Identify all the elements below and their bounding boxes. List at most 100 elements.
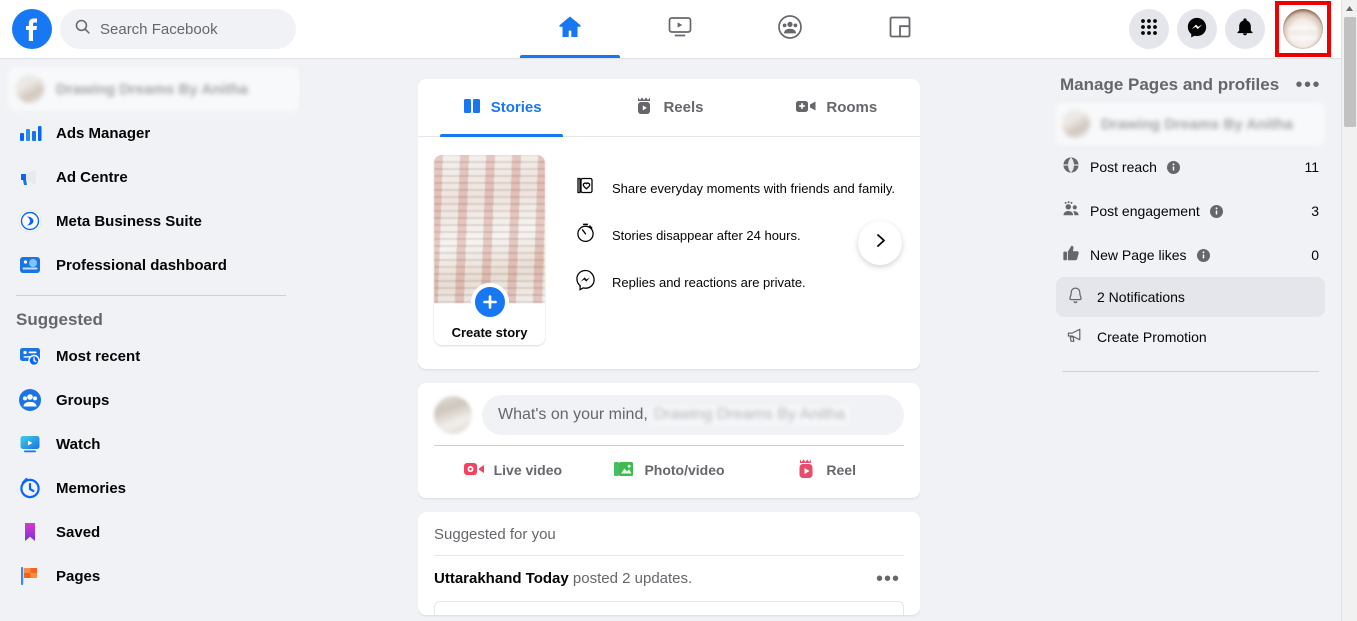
tab-reels[interactable]: Reels <box>585 79 752 136</box>
chevron-right-icon <box>872 232 889 254</box>
more-options-icon[interactable]: ••• <box>1295 75 1321 95</box>
info-icon[interactable] <box>1209 204 1223 218</box>
info-icon[interactable] <box>1196 248 1210 262</box>
watch-icon <box>16 430 44 458</box>
photo-video-button[interactable]: Photo/video <box>591 450 748 490</box>
sidebar-item-groups[interactable]: Groups <box>8 378 300 422</box>
composer-top-row: What's on your mind, Drawing Dreams By A… <box>434 395 904 435</box>
nav-tab-video[interactable] <box>625 0 735 58</box>
sidebar-item-label: Meta Business Suite <box>56 212 202 230</box>
people-icon <box>1062 200 1080 223</box>
stories-card: Stories Reels Rooms Create story Share e… <box>418 79 920 369</box>
photo-video-icon <box>613 459 635 482</box>
story-info-item: Stories disappear after 24 hours. <box>573 220 904 250</box>
sidebar-item-label: Most recent <box>56 347 141 365</box>
managed-page-name: Drawing Dreams By Anitha <box>1101 115 1293 133</box>
profile-thumbnail <box>16 75 44 103</box>
ad-centre-icon <box>16 163 44 191</box>
action-label: Photo/video <box>644 462 725 478</box>
stat-value: 11 <box>1304 159 1319 175</box>
thumbs-up-icon <box>1062 244 1080 267</box>
stories-tabs: Stories Reels Rooms <box>418 79 920 137</box>
page-thumbnail <box>1062 110 1090 138</box>
professional-dashboard-icon <box>16 251 44 279</box>
facebook-logo-icon[interactable] <box>12 9 52 49</box>
link-label: 2 Notifications <box>1097 289 1185 305</box>
pages-icon <box>16 562 44 590</box>
bell-outline-icon <box>1066 286 1085 308</box>
most-recent-icon <box>16 342 44 370</box>
meta-business-suite-icon <box>16 207 44 235</box>
link-create-promotion[interactable]: Create Promotion <box>1056 317 1325 357</box>
sidebar-item-memories[interactable]: Memories <box>8 466 300 510</box>
search-placeholder: Search Facebook <box>100 20 218 38</box>
groups-icon <box>776 13 804 46</box>
sidebar-item-watch[interactable]: Watch <box>8 422 300 466</box>
grid-menu-button[interactable] <box>1129 9 1169 49</box>
stat-label: New Page likes <box>1090 247 1187 263</box>
right-panel-header: Manage Pages and profiles ••• <box>1056 75 1325 103</box>
info-icon[interactable] <box>1166 160 1180 174</box>
sidebar-item-most-recent[interactable]: Most recent <box>8 334 300 378</box>
memories-icon <box>16 474 44 502</box>
suggested-post-text: Uttarakhand Today posted 2 updates. <box>434 570 692 587</box>
composer-input[interactable]: What's on your mind, Drawing Dreams By A… <box>482 395 904 435</box>
scroll-up-arrow-icon[interactable] <box>1342 0 1357 17</box>
link-notifications[interactable]: 2 Notifications <box>1056 277 1325 317</box>
sidebar-item-pages[interactable]: Pages <box>8 554 300 598</box>
nav-tab-home[interactable] <box>515 0 625 58</box>
action-label: Live video <box>493 462 563 478</box>
sidebar-item-label: Memories <box>56 479 127 497</box>
tab-rooms[interactable]: Rooms <box>753 79 920 136</box>
suggested-post-author: Uttarakhand Today <box>434 570 569 587</box>
photo-heart-icon <box>573 173 598 203</box>
tab-stories[interactable]: Stories <box>418 79 585 137</box>
nav-tab-groups[interactable] <box>735 0 845 58</box>
create-story-thumbnail <box>434 155 545 303</box>
stat-value: 0 <box>1311 247 1319 263</box>
suggested-for-you-card: Suggested for you Uttarakhand Today post… <box>418 512 920 615</box>
more-options-icon[interactable]: ••• <box>872 569 904 589</box>
right-panel-divider <box>1062 371 1319 372</box>
stat-post-engagement[interactable]: Post engagement 3 <box>1056 189 1325 233</box>
groups-icon <box>16 386 44 414</box>
notifications-button[interactable] <box>1225 9 1265 49</box>
tab-label: Rooms <box>826 99 878 116</box>
right-panel: Manage Pages and profiles ••• Drawing Dr… <box>1040 59 1341 621</box>
managed-page-row[interactable]: Drawing Dreams By Anitha <box>1056 103 1325 145</box>
nav-tab-gaming[interactable] <box>845 0 955 58</box>
live-video-button[interactable]: Live video <box>434 450 591 490</box>
sidebar-item-professional-dashboard[interactable]: Professional dashboard <box>8 243 300 287</box>
top-navigation-bar: Search Facebook <box>0 0 1341 59</box>
composer-avatar[interactable] <box>434 396 472 434</box>
messenger-button[interactable] <box>1177 9 1217 49</box>
story-info-item: Replies and reactions are private. <box>573 267 904 297</box>
right-panel-title: Manage Pages and profiles <box>1060 75 1280 94</box>
megaphone-icon <box>1066 326 1085 348</box>
story-info-text: Stories disappear after 24 hours. <box>612 227 801 243</box>
post-composer-card: What's on your mind, Drawing Dreams By A… <box>418 383 920 498</box>
page-scrollbar[interactable] <box>1341 0 1357 621</box>
stat-post-reach[interactable]: Post reach 11 <box>1056 145 1325 189</box>
create-story-card[interactable]: Create story <box>434 155 545 345</box>
sidebar-item-label: Ads Manager <box>56 124 151 142</box>
composer-actions: Live video Photo/video Reel <box>434 450 904 490</box>
stat-new-page-likes[interactable]: New Page likes 0 <box>1056 233 1325 277</box>
composer-prompt: What's on your mind, <box>498 406 648 423</box>
stories-icon <box>462 96 482 120</box>
sidebar-item-profile[interactable]: Drawing Dreams By Anitha <box>8 67 300 111</box>
sidebar-profile-label: Drawing Dreams By Anitha <box>56 80 248 98</box>
sidebar-item-ad-centre[interactable]: Ad Centre <box>8 155 300 199</box>
stat-label: Post reach <box>1090 159 1157 175</box>
stat-label: Post engagement <box>1090 203 1200 219</box>
search-input[interactable]: Search Facebook <box>60 9 296 49</box>
sidebar-item-ads-manager[interactable]: Ads Manager <box>8 111 300 155</box>
suggested-post-media[interactable] <box>434 601 904 615</box>
account-avatar-button[interactable] <box>1275 1 1331 57</box>
reel-button[interactable]: Reel <box>747 450 904 490</box>
stories-next-button[interactable] <box>858 221 902 265</box>
scrollbar-thumb[interactable] <box>1344 17 1356 127</box>
sidebar-item-saved[interactable]: Saved <box>8 510 300 554</box>
video-icon <box>666 13 694 46</box>
sidebar-item-meta-business-suite[interactable]: Meta Business Suite <box>8 199 300 243</box>
